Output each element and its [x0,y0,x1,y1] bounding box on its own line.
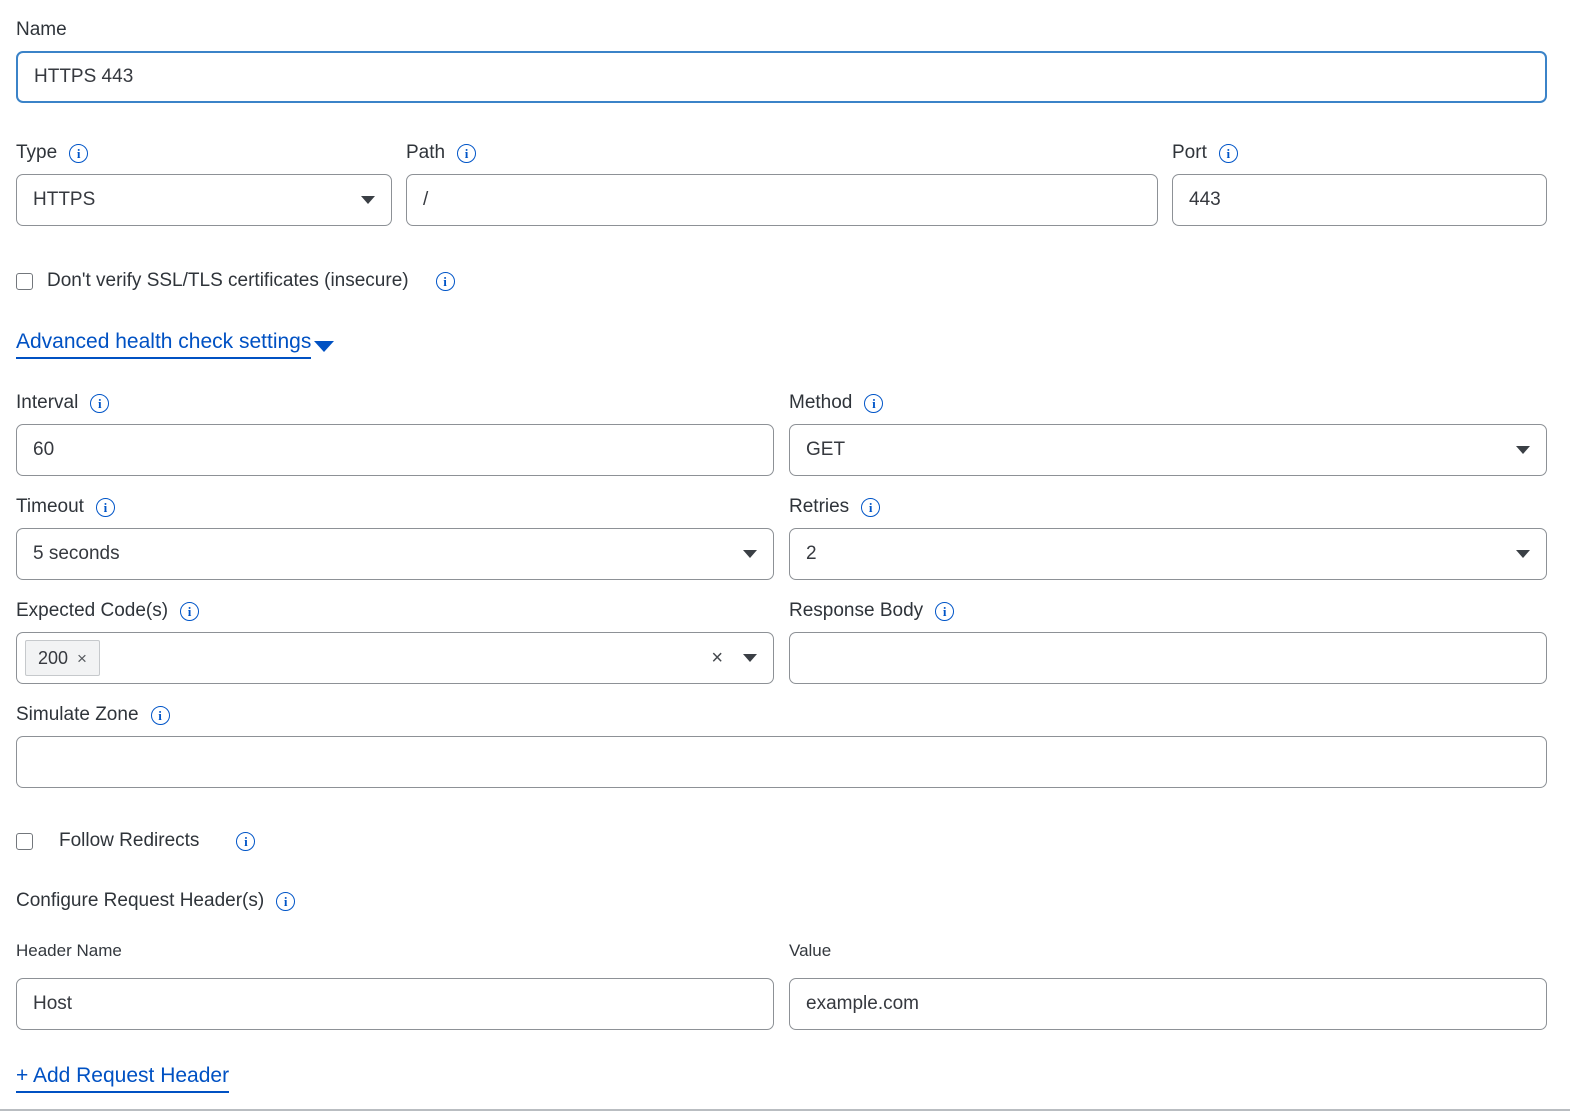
add-request-header-link[interactable]: + Add Request Header [16,1064,229,1093]
header-value-input[interactable] [789,978,1547,1030]
type-select[interactable]: HTTPS [16,174,392,226]
path-input[interactable] [406,174,1158,226]
interval-label-text: Interval [16,391,78,415]
simulate-zone-field: Simulate Zone i [16,703,1547,788]
health-check-form: Name Type i HTTPS Path i Port i [0,0,1570,1111]
advanced-settings-row: Advanced health check settings [16,330,1547,359]
clear-icon[interactable]: × [711,648,723,668]
timeout-info-icon[interactable]: i [96,498,115,517]
path-label: Path i [406,141,1158,165]
follow-redirects-info-icon[interactable]: i [236,832,255,851]
advanced-settings-link-text: Advanced health check settings [16,330,311,359]
triangle-down-icon [314,341,334,352]
interval-method-row: Interval i Method i GET [16,391,1547,476]
response-body-info-icon[interactable]: i [935,602,954,621]
follow-redirects-checkbox[interactable] [16,833,33,850]
method-label-text: Method [789,391,852,415]
name-label-text: Name [16,18,67,42]
follow-redirects-row: Follow Redirects i [16,830,1547,852]
ssl-verify-checkbox[interactable] [16,273,33,290]
header-value-field: Value [789,941,1547,1030]
ssl-verify-info-icon[interactable]: i [436,272,455,291]
name-input[interactable] [16,51,1547,103]
timeout-select[interactable]: 5 seconds [16,528,774,580]
request-header-row: Header Name Value [16,941,1547,1030]
expected-codes-label-text: Expected Code(s) [16,599,168,623]
follow-redirects-label: Follow Redirects [59,830,199,852]
header-name-column-label: Header Name [16,941,774,961]
ssl-verify-checkbox-row: Don't verify SSL/TLS certificates (insec… [16,270,1547,292]
port-input[interactable] [1172,174,1547,226]
simulate-zone-label: Simulate Zone i [16,703,1547,727]
retries-field: Retries i 2 [789,495,1547,580]
path-field: Path i [406,141,1158,226]
expected-codes-multiselect[interactable]: 200 × × [16,632,774,684]
timeout-retries-row: Timeout i 5 seconds Retries i 2 [16,495,1547,580]
port-label-text: Port [1172,141,1207,165]
method-select-value: GET [806,439,845,461]
path-label-text: Path [406,141,445,165]
retries-label: Retries i [789,495,1547,519]
retries-select[interactable]: 2 [789,528,1547,580]
type-select-value: HTTPS [33,189,95,211]
advanced-settings-link[interactable]: Advanced health check settings [16,330,334,359]
retries-info-icon[interactable]: i [861,498,880,517]
type-label-text: Type [16,141,57,165]
response-body-label: Response Body i [789,599,1547,623]
type-path-port-row: Type i HTTPS Path i Port i [16,141,1547,226]
chevron-down-icon [743,550,757,558]
retries-label-text: Retries [789,495,849,519]
port-info-icon[interactable]: i [1219,144,1238,163]
port-field: Port i [1172,141,1547,226]
tag-remove-icon[interactable]: × [77,650,87,667]
chevron-down-icon [1516,446,1530,454]
response-body-label-text: Response Body [789,599,923,623]
method-select[interactable]: GET [789,424,1547,476]
simulate-zone-info-icon[interactable]: i [151,706,170,725]
request-headers-label-text: Configure Request Header(s) [16,889,264,913]
header-name-input[interactable] [16,978,774,1030]
path-info-icon[interactable]: i [457,144,476,163]
add-request-header-link-text: + Add Request Header [16,1064,229,1093]
timeout-label: Timeout i [16,495,774,519]
chevron-down-icon [361,196,375,204]
type-field: Type i HTTPS [16,141,392,226]
codes-body-row: Expected Code(s) i 200 × × Response Body… [16,599,1547,684]
method-field: Method i GET [789,391,1547,476]
request-headers-label: Configure Request Header(s) i [16,889,1547,913]
interval-input[interactable] [16,424,774,476]
expected-codes-field: Expected Code(s) i 200 × × [16,599,774,684]
timeout-select-value: 5 seconds [33,543,120,565]
method-label: Method i [789,391,1547,415]
type-label: Type i [16,141,392,165]
expected-code-tag: 200 × [25,640,100,676]
simulate-zone-label-text: Simulate Zone [16,703,139,727]
interval-label: Interval i [16,391,774,415]
response-body-input[interactable] [789,632,1547,684]
timeout-label-text: Timeout [16,495,84,519]
ssl-verify-checkbox-label: Don't verify SSL/TLS certificates (insec… [47,270,409,292]
header-value-column-label: Value [789,941,1547,961]
type-info-icon[interactable]: i [69,144,88,163]
interval-field: Interval i [16,391,774,476]
port-label: Port i [1172,141,1547,165]
expected-code-tag-text: 200 [38,648,68,669]
interval-info-icon[interactable]: i [90,394,109,413]
retries-select-value: 2 [806,543,817,565]
name-label: Name [16,18,1547,42]
response-body-field: Response Body i [789,599,1547,684]
request-headers-info-icon[interactable]: i [276,892,295,911]
header-name-field: Header Name [16,941,774,1030]
method-info-icon[interactable]: i [864,394,883,413]
simulate-zone-input[interactable] [16,736,1547,788]
chevron-down-icon [1516,550,1530,558]
add-header-row: + Add Request Header [16,1064,1547,1093]
chevron-down-icon[interactable] [743,654,757,662]
expected-codes-label: Expected Code(s) i [16,599,774,623]
expected-codes-info-icon[interactable]: i [180,602,199,621]
timeout-field: Timeout i 5 seconds [16,495,774,580]
